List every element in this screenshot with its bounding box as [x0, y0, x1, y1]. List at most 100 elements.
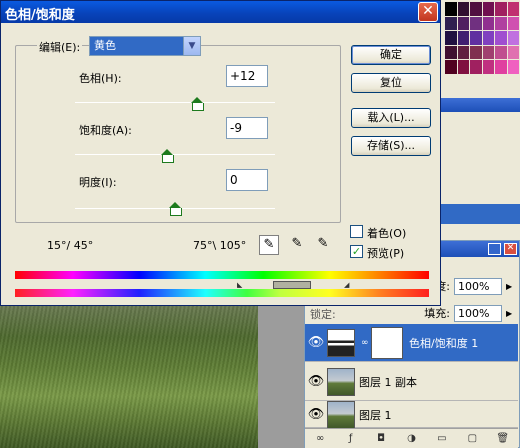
swatch[interactable] — [470, 45, 482, 60]
save-button[interactable]: 存储(S)... — [351, 136, 431, 156]
layer-row[interactable]: 👁 图层 1 — [305, 400, 518, 429]
swatch[interactable] — [470, 60, 482, 74]
panel-close-button[interactable]: ✕ — [504, 243, 517, 255]
fill-label: 填充: — [424, 307, 450, 320]
history-selected-row[interactable] — [440, 204, 520, 224]
swatch[interactable] — [445, 2, 457, 16]
eye-icon[interactable]: 👁 — [305, 407, 327, 422]
range-tick-left[interactable]: ◣ — [237, 281, 242, 289]
swatch[interactable] — [470, 16, 482, 31]
hue-input[interactable]: +12 — [226, 65, 268, 87]
saturation-label: 饱和度(A): — [79, 124, 132, 137]
eye-icon[interactable]: 👁 — [305, 335, 327, 350]
swatch[interactable] — [507, 60, 519, 74]
eyedropper-icon[interactable]: ✎ — [259, 235, 279, 255]
swatch[interactable] — [457, 16, 469, 31]
hue-label: 色相(H): — [79, 72, 122, 85]
fill-row: 填充: 100% ▶ — [424, 304, 516, 322]
eyedropper-plus-icon[interactable]: ✎ — [287, 235, 307, 255]
edit-channel-value: 黄色 — [94, 39, 116, 52]
lightness-input[interactable]: 0 — [226, 169, 268, 191]
swatches-panel — [440, 0, 520, 98]
trash-icon[interactable]: 🗑 — [496, 433, 510, 445]
saturation-slider-track[interactable] — [75, 154, 275, 155]
swatch[interactable] — [457, 45, 469, 60]
lightness-slider-thumb[interactable] — [169, 202, 182, 216]
history-panel — [440, 112, 520, 240]
new-layer-icon[interactable]: ▢ — [465, 433, 479, 445]
edit-group-box — [15, 45, 341, 223]
range-right-text: 75°\ 105° — [193, 239, 247, 252]
chevron-down-icon[interactable]: ▼ — [183, 37, 200, 55]
swatch[interactable] — [445, 31, 457, 45]
saturation-slider-thumb[interactable] — [161, 149, 174, 163]
swatch[interactable] — [482, 60, 494, 74]
swatch[interactable] — [495, 2, 507, 16]
swatch[interactable] — [457, 31, 469, 45]
swatch[interactable] — [495, 45, 507, 60]
fill-arrow-icon[interactable]: ▶ — [506, 309, 516, 318]
preview-checkbox[interactable]: ✓ — [350, 245, 363, 258]
swatch[interactable] — [457, 60, 469, 74]
opacity-row: 度: 100% ▶ — [435, 277, 516, 295]
layer-thumbnail — [327, 400, 355, 429]
swatch[interactable] — [470, 2, 482, 16]
swatch[interactable] — [445, 60, 457, 74]
swatch[interactable] — [507, 2, 519, 16]
lock-label: 锁定: — [310, 308, 336, 321]
layer-name: 色相/饱和度 1 — [409, 336, 479, 350]
opacity-input[interactable]: 100% — [454, 277, 502, 295]
load-button[interactable]: 载入(L)... — [351, 108, 431, 128]
edit-channel-select[interactable]: 黄色 ▼ — [89, 36, 201, 56]
input-color-spectrum — [15, 271, 429, 279]
swatch-grid — [445, 2, 519, 74]
new-group-icon[interactable]: ▭ — [435, 433, 449, 445]
lightness-label: 明度(I): — [79, 176, 117, 189]
swatch[interactable] — [507, 16, 519, 31]
panel-titlebar — [440, 98, 520, 112]
layer-row[interactable]: 👁 图层 1 副本 — [305, 363, 518, 401]
layer-mask-thumbnail — [371, 326, 403, 359]
swatch[interactable] — [482, 2, 494, 16]
opacity-arrow-icon[interactable]: ▶ — [506, 282, 516, 291]
ok-button[interactable]: 确定 — [351, 45, 431, 65]
swatch[interactable] — [507, 45, 519, 60]
close-button[interactable]: ✕ — [418, 2, 438, 22]
swatch[interactable] — [495, 31, 507, 45]
swatch[interactable] — [445, 16, 457, 31]
layer-row[interactable]: 👁 ∞ 色相/饱和度 1 — [305, 324, 518, 362]
layer-style-icon[interactable]: ƒ — [344, 433, 358, 445]
range-band[interactable] — [273, 281, 311, 289]
swatch[interactable] — [482, 16, 494, 31]
swatch[interactable] — [482, 45, 494, 60]
swatch[interactable] — [495, 60, 507, 74]
eye-icon[interactable]: 👁 — [305, 374, 327, 389]
reset-button[interactable]: 复位 — [351, 73, 431, 93]
canvas-frame — [258, 300, 306, 448]
dialog-titlebar[interactable]: 色相/饱和度 ✕ — [1, 1, 440, 23]
colorize-checkbox[interactable] — [350, 225, 363, 238]
swatch[interactable] — [457, 2, 469, 16]
link-layers-icon[interactable]: ∞ — [313, 433, 327, 445]
swatch[interactable] — [507, 31, 519, 45]
canvas-photo — [0, 300, 258, 448]
hue-slider-thumb[interactable] — [191, 97, 204, 111]
saturation-input[interactable]: -9 — [226, 117, 268, 139]
add-mask-icon[interactable]: ◘ — [374, 433, 388, 445]
swatch[interactable] — [482, 31, 494, 45]
panel-minimize-button[interactable] — [488, 243, 501, 255]
hue-slider-track[interactable] — [75, 102, 275, 103]
dialog-title: 色相/饱和度 — [5, 8, 75, 23]
output-color-spectrum — [15, 289, 429, 297]
layer-name: 图层 1 副本 — [359, 375, 417, 389]
swatch[interactable] — [495, 16, 507, 31]
swatch[interactable] — [445, 45, 457, 60]
chain-icon[interactable]: ∞ — [361, 338, 369, 348]
range-tick-right[interactable]: ◢ — [344, 281, 349, 289]
swatch[interactable] — [470, 31, 482, 45]
adjustment-layer-icon[interactable]: ◑ — [404, 433, 418, 445]
fill-input[interactable]: 100% — [454, 304, 502, 322]
eyedropper-minus-icon[interactable]: ✎ — [313, 235, 333, 255]
layer-name: 图层 1 — [359, 408, 392, 422]
adjustment-layer-thumbnail — [327, 328, 355, 357]
